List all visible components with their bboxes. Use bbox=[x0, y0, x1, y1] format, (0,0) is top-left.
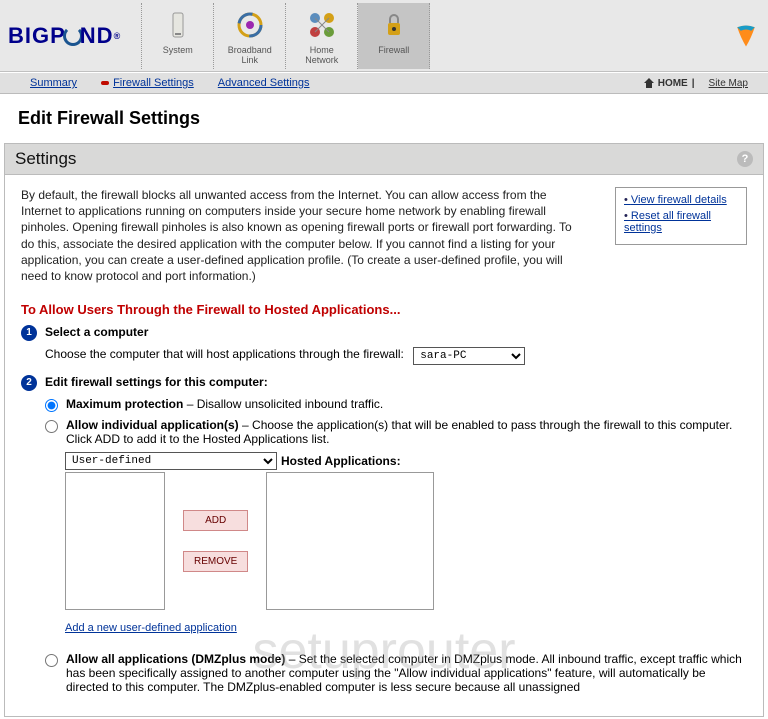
available-apps-listbox[interactable] bbox=[65, 472, 165, 610]
telstra-logo-icon bbox=[732, 22, 760, 50]
nav-firewall[interactable]: Firewall bbox=[358, 3, 430, 69]
system-icon bbox=[162, 9, 194, 41]
broadband-icon bbox=[234, 9, 266, 41]
panel-title: Settings bbox=[15, 149, 76, 169]
intro-text: By default, the firewall blocks all unwa… bbox=[21, 187, 581, 284]
nav-broadband[interactable]: Broadband Link bbox=[214, 3, 286, 69]
top-nav-icons: System Broadband Link Home Network Firew… bbox=[141, 3, 430, 69]
section-heading-allow-users: To Allow Users Through the Firewall to H… bbox=[21, 302, 747, 317]
step1-title: Select a computer bbox=[45, 325, 148, 339]
sub-nav-bar: Summary Firewall Settings Advanced Setti… bbox=[0, 72, 768, 94]
home-network-icon bbox=[306, 9, 338, 41]
step1-desc: Choose the computer that will host appli… bbox=[45, 347, 404, 361]
brand-logo: BIGPND® bbox=[8, 23, 133, 49]
panel-body: By default, the firewall blocks all unwa… bbox=[4, 175, 764, 717]
panel-header: Settings ? bbox=[4, 143, 764, 175]
application-select[interactable]: User-defined bbox=[65, 452, 277, 470]
subnav-summary[interactable]: Summary bbox=[30, 77, 77, 89]
swirl-icon bbox=[63, 26, 83, 46]
hosted-apps-label: Hosted Applications: bbox=[281, 454, 401, 468]
nav-firewall-label: Firewall bbox=[378, 45, 409, 55]
step-2: 2 Edit firewall settings for this comput… bbox=[21, 375, 747, 391]
link-add-user-defined-app[interactable]: Add a new user-defined application bbox=[65, 622, 237, 634]
hosted-apps-listbox[interactable] bbox=[266, 472, 434, 610]
nav-system-label: System bbox=[163, 45, 193, 55]
nav-home-network[interactable]: Home Network bbox=[286, 3, 358, 69]
computer-select[interactable]: sara-PC bbox=[413, 347, 525, 365]
nav-broadband-label: Broadband Link bbox=[228, 45, 272, 65]
step1-choose-line: Choose the computer that will host appli… bbox=[45, 347, 747, 365]
top-nav-bar: BIGPND® System Broadband Link Home Netwo… bbox=[0, 0, 768, 72]
firewall-icon bbox=[378, 9, 410, 41]
add-button[interactable]: ADD bbox=[183, 510, 248, 531]
max-label: Maximum protection bbox=[66, 397, 183, 411]
step2-title: Edit firewall settings for this computer… bbox=[45, 375, 268, 389]
dmz-label: Allow all applications (DMZplus mode) bbox=[66, 652, 285, 666]
step-number-1: 1 bbox=[21, 325, 37, 341]
max-desc: – Disallow unsolicited inbound traffic. bbox=[183, 397, 383, 411]
radio-dmzplus[interactable] bbox=[45, 654, 58, 667]
option-dmzplus: Allow all applications (DMZplus mode) – … bbox=[45, 652, 747, 694]
indiv-label: Allow individual application(s) bbox=[66, 418, 239, 432]
subnav-firewall-settings[interactable]: Firewall Settings bbox=[113, 77, 194, 89]
page-title: Edit Firewall Settings bbox=[18, 108, 768, 129]
subnav-sitemap[interactable]: Site Map bbox=[709, 78, 748, 89]
subnav-home-label[interactable]: HOME bbox=[658, 78, 688, 89]
radio-individual-apps[interactable] bbox=[45, 420, 58, 433]
option-individual-apps: Allow individual application(s) – Choose… bbox=[45, 418, 747, 446]
subnav-advanced[interactable]: Advanced Settings bbox=[218, 77, 310, 89]
nav-system[interactable]: System bbox=[142, 3, 214, 69]
step-number-2: 2 bbox=[21, 375, 37, 391]
help-icon[interactable]: ? bbox=[737, 151, 753, 167]
home-icon bbox=[643, 77, 655, 89]
nav-homenet-label: Home Network bbox=[305, 45, 338, 65]
option-max-protection: Maximum protection – Disallow unsolicite… bbox=[45, 397, 747, 412]
remove-button[interactable]: REMOVE bbox=[183, 551, 248, 572]
application-block: User-defined Hosted Applications: ADD RE… bbox=[65, 452, 747, 610]
link-reset-firewall[interactable]: Reset all firewall settings bbox=[624, 210, 738, 234]
side-links-box: View firewall details Reset all firewall… bbox=[615, 187, 747, 245]
step-1: 1 Select a computer bbox=[21, 325, 747, 341]
radio-max-protection[interactable] bbox=[45, 399, 58, 412]
link-view-firewall-details[interactable]: View firewall details bbox=[624, 194, 738, 206]
active-indicator-icon bbox=[101, 81, 109, 85]
